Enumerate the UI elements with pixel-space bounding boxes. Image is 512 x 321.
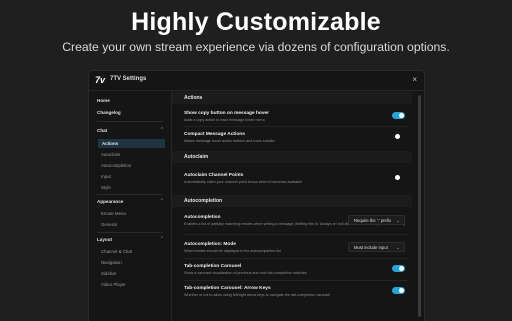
- toggle-knob: [395, 134, 400, 139]
- chevron-down-icon: ⌄: [396, 245, 400, 250]
- toggle-knob: [399, 113, 404, 118]
- titlebar: 7v 7TV Settings ×: [89, 71, 424, 91]
- toggle-knob: [399, 266, 404, 271]
- sidebar-divider: [97, 194, 163, 195]
- chevron-down-icon: ⌄: [396, 218, 400, 223]
- settings-window: 7v 7TV Settings × Home Changelog Chat ^ …: [88, 70, 425, 321]
- section-header-autocompletion: Autocompletion: [172, 195, 412, 207]
- toggle-knob: [399, 288, 404, 293]
- sidebar-item-input[interactable]: Input: [101, 174, 111, 179]
- compact-actions-toggle[interactable]: [392, 133, 405, 140]
- dropdown-value: Must include input: [354, 245, 388, 250]
- setting-description: What emotes should be displayed in the a…: [184, 249, 281, 253]
- sidebar-item-autocompletion[interactable]: Autocompletion: [101, 163, 131, 168]
- autocompletion-dropdown[interactable]: Require the ':' prefix ⌄: [348, 215, 405, 225]
- carousel-arrow-keys-toggle[interactable]: [392, 287, 405, 294]
- sidebar-item-general[interactable]: General: [101, 222, 117, 227]
- sidebar-group-chat[interactable]: Chat: [97, 128, 107, 133]
- setting-name: Autocompletion: [184, 215, 221, 220]
- sidebar-item-video-player[interactable]: Video Player: [101, 282, 126, 287]
- row-separator: [184, 280, 408, 281]
- setting-description: Automatically claim your channel point b…: [184, 180, 303, 184]
- sidebar-group-layout[interactable]: Layout: [97, 237, 112, 242]
- sidebar-item-actions[interactable]: Actions: [98, 139, 165, 148]
- chevron-up-icon[interactable]: ^: [161, 236, 163, 242]
- setting-description: Adds a copy action to each message hover…: [184, 118, 265, 122]
- chevron-up-icon[interactable]: ^: [161, 127, 163, 133]
- hero-title: Highly Customizable: [131, 8, 381, 36]
- setting-description: Makes message hover action buttons and i…: [184, 139, 275, 143]
- 7tv-logo-icon: 7v: [95, 75, 106, 85]
- sidebar-item-navigation[interactable]: Navigation: [101, 260, 122, 265]
- sidebar-item-changelog[interactable]: Changelog: [97, 110, 121, 115]
- scrollbar[interactable]: [418, 95, 421, 317]
- sidebar-group-appearance[interactable]: Appearance: [97, 199, 123, 204]
- row-separator: [184, 258, 408, 259]
- setting-name: Tab-completion Carousel: Arrow Keys: [184, 286, 271, 291]
- hero-subtitle: Create your own stream experience via do…: [62, 40, 450, 54]
- sidebar-item-channel-chat[interactable]: Channel & Chat: [101, 249, 132, 254]
- autocompletion-mode-dropdown[interactable]: Must include input ⌄: [348, 242, 405, 252]
- sidebar-item-style[interactable]: Style: [101, 185, 111, 190]
- setting-description: Enables a list of partially matching emo…: [184, 222, 406, 226]
- toggle-knob: [395, 175, 400, 180]
- sidebar-divider: [97, 121, 163, 122]
- copy-button-toggle[interactable]: [392, 112, 405, 119]
- dropdown-value: Require the ':' prefix: [354, 218, 391, 223]
- setting-description: Show a carousel visualization of previou…: [184, 271, 307, 275]
- setting-description: Whether or not to allow using left/right…: [184, 293, 331, 297]
- window-title: 7TV Settings: [110, 76, 147, 82]
- sidebar-item-autoclaim[interactable]: Autoclaim: [101, 152, 120, 157]
- sidebar-item-emote-menu[interactable]: Emote Menu: [101, 211, 126, 216]
- chevron-up-icon[interactable]: ^: [161, 198, 163, 204]
- settings-main: Actions Show copy button on message hove…: [172, 91, 424, 321]
- sidebar: Home Changelog Chat ^ Actions Autoclaim …: [89, 91, 172, 321]
- setting-name: Autoclaim Channel Points: [184, 173, 244, 178]
- row-separator: [184, 234, 408, 235]
- close-button[interactable]: ×: [412, 75, 417, 84]
- autoclaim-toggle[interactable]: [392, 174, 405, 181]
- setting-name: Show copy button on message hover: [184, 111, 270, 116]
- sidebar-divider: [97, 232, 163, 233]
- sidebar-item-home[interactable]: Home: [97, 98, 110, 103]
- row-separator: [184, 126, 408, 127]
- setting-name: Autocompletion: Mode: [184, 242, 236, 247]
- sidebar-item-sidebar[interactable]: Sidebar: [101, 271, 116, 276]
- section-header-actions: Actions: [172, 92, 412, 104]
- setting-name: Tab-completion Carousel: [184, 264, 242, 269]
- setting-name: Compact Message Actions: [184, 132, 245, 137]
- section-header-autoclaim: Autoclaim: [172, 151, 412, 163]
- tab-carousel-toggle[interactable]: [392, 265, 405, 272]
